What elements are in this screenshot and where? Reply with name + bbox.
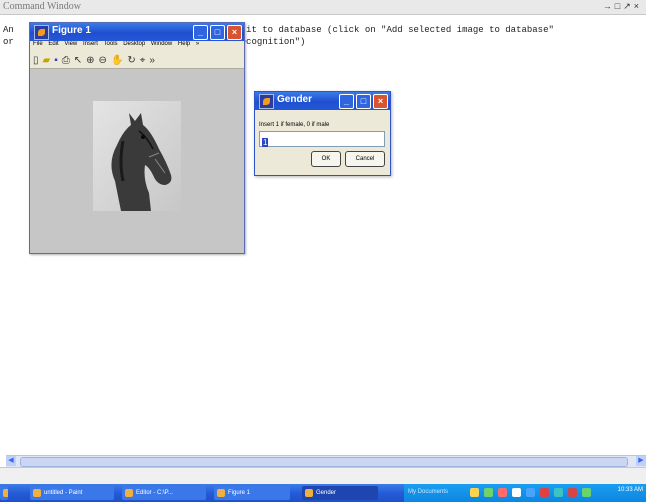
pointer-icon[interactable]: ↖	[74, 55, 82, 66]
figure-title: Figure 1	[52, 25, 91, 36]
figure-titlebar[interactable]: Figure 1 _ □ ×	[30, 23, 244, 41]
menu-more[interactable]: »	[196, 41, 199, 47]
zoom-out-icon[interactable]: ⊖	[99, 55, 107, 66]
menu-window[interactable]: Window	[151, 41, 172, 47]
scroll-right-icon[interactable]: ▶	[636, 456, 646, 466]
command-window-bottom-bar	[0, 467, 646, 485]
menu-edit[interactable]: Edit	[48, 41, 58, 47]
menu-view[interactable]: View	[64, 41, 77, 47]
taskbar-item-figure[interactable]: Figure 1	[214, 486, 290, 500]
tray-icon[interactable]	[512, 488, 521, 497]
dialog-prompt: Insert 1 if female, 0 if male	[259, 122, 330, 128]
open-file-icon[interactable]: ▰	[43, 55, 51, 66]
matlab-logo-icon	[259, 94, 274, 109]
menu-insert[interactable]: Insert	[83, 41, 98, 47]
menu-file[interactable]: File	[33, 41, 43, 47]
horse-image	[93, 101, 181, 211]
tray-icon[interactable]	[526, 488, 535, 497]
close-button[interactable]: ×	[227, 25, 242, 40]
data-cursor-icon[interactable]: ⌖	[140, 55, 146, 66]
tray-icon[interactable]	[568, 488, 577, 497]
dialog-title: Gender	[277, 94, 313, 105]
maximize-button[interactable]: □	[210, 25, 225, 40]
tray-icon[interactable]	[554, 488, 563, 497]
cancel-button[interactable]: Cancel	[345, 151, 385, 167]
zoom-in-icon[interactable]: ⊕	[86, 55, 94, 66]
tray-icon[interactable]	[498, 488, 507, 497]
rotate-icon[interactable]: ↻	[127, 55, 135, 66]
start-button[interactable]	[0, 486, 8, 500]
tray-icon[interactable]	[540, 488, 549, 497]
taskbar-item-gender[interactable]: Gender	[302, 486, 378, 500]
save-icon[interactable]: ▪	[54, 55, 58, 66]
tray-icon[interactable]	[470, 488, 479, 497]
tray-icon[interactable]	[484, 488, 493, 497]
taskbar-item-editor[interactable]: Editor - C:\P...	[122, 486, 206, 500]
command-window-titlebar: Command Window →□↗×	[0, 0, 646, 15]
gender-input[interactable]: 1	[259, 131, 385, 147]
figure-toolbar: ▯ ▰ ▪ ⎙ ↖ ⊕ ⊖ ✋ ↻ ⌖ »	[30, 52, 244, 69]
gender-dialog[interactable]: Gender _ □ × Insert 1 if female, 0 if ma…	[254, 91, 391, 176]
matlab-logo-icon	[34, 25, 49, 40]
taskbar-item-paint[interactable]: untitled - Paint	[30, 486, 114, 500]
figure-menubar: File Edit View Insert Tools Desktop Wind…	[30, 41, 244, 52]
figure-window[interactable]: Figure 1 _ □ × File Edit View Insert Too…	[29, 22, 245, 254]
print-icon[interactable]: ⎙	[62, 55, 70, 66]
menu-desktop[interactable]: Desktop	[123, 41, 145, 47]
minimize-button[interactable]: _	[339, 94, 354, 109]
minimize-button[interactable]: _	[193, 25, 208, 40]
horizontal-scrollbar[interactable]: ◀ ▶	[6, 455, 646, 467]
more-icon[interactable]: »	[149, 55, 155, 66]
menu-help[interactable]: Help	[178, 41, 190, 47]
scrollbar-thumb[interactable]	[20, 457, 628, 467]
maximize-button[interactable]: □	[356, 94, 371, 109]
command-window-title: Command Window	[3, 1, 82, 12]
gender-input-value: 1	[262, 138, 269, 147]
tray-icon[interactable]	[582, 488, 591, 497]
clock[interactable]: 10:33 AM	[618, 487, 643, 493]
dialog-titlebar[interactable]: Gender _ □ ×	[255, 92, 390, 110]
ok-button[interactable]: OK	[311, 151, 341, 167]
pan-icon[interactable]: ✋	[111, 55, 123, 66]
taskbar: untitled - Paint Editor - C:\P... Figure…	[0, 484, 646, 502]
menu-tools[interactable]: Tools	[104, 41, 118, 47]
system-tray: My Documents 10:33 AM	[404, 484, 646, 502]
new-file-icon[interactable]: ▯	[33, 55, 39, 66]
my-documents-label[interactable]: My Documents	[408, 489, 448, 495]
close-button[interactable]: ×	[373, 94, 388, 109]
command-window-controls[interactable]: →□↗×	[603, 1, 642, 12]
scroll-left-icon[interactable]: ◀	[6, 456, 16, 466]
